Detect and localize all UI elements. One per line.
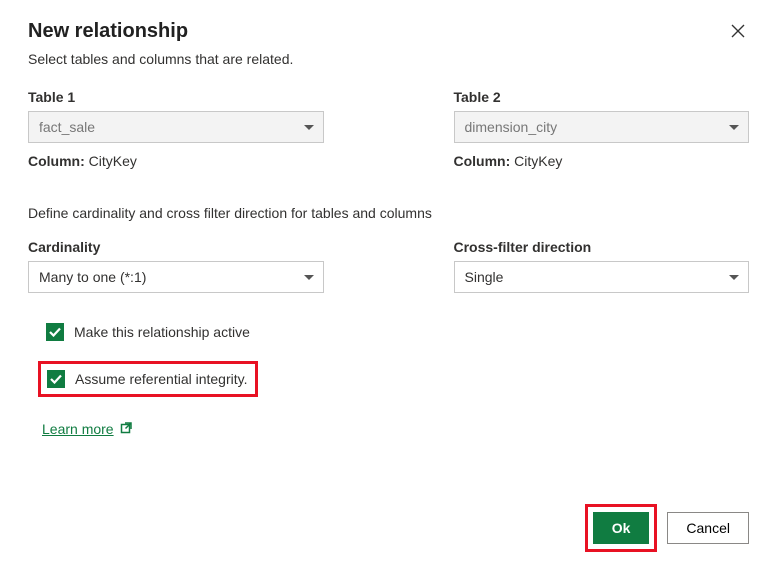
referential-integrity-label: Assume referential integrity. bbox=[75, 371, 247, 387]
checkbox-checked-icon bbox=[47, 370, 65, 388]
ok-button-highlight: Ok bbox=[585, 504, 658, 552]
close-button[interactable] bbox=[727, 20, 749, 45]
learn-more-link[interactable]: Learn more bbox=[42, 421, 132, 437]
table2-column: Column: CityKey bbox=[454, 153, 750, 169]
table2-select[interactable]: dimension_city bbox=[454, 111, 750, 143]
crossfilter-label: Cross-filter direction bbox=[454, 239, 750, 255]
cardinality-section-msg: Define cardinality and cross filter dire… bbox=[28, 205, 749, 221]
new-relationship-dialog: New relationship Select tables and colum… bbox=[0, 0, 777, 580]
close-icon bbox=[731, 25, 745, 42]
make-active-checkbox-row[interactable]: Make this relationship active bbox=[42, 321, 254, 343]
checkbox-checked-icon bbox=[46, 323, 64, 341]
table1-column: Column: CityKey bbox=[28, 153, 324, 169]
cardinality-label: Cardinality bbox=[28, 239, 324, 255]
dialog-subtitle: Select tables and columns that are relat… bbox=[28, 51, 749, 67]
cardinality-select[interactable]: Many to one (*:1) bbox=[28, 261, 324, 293]
dialog-title: New relationship bbox=[28, 20, 188, 43]
cancel-button[interactable]: Cancel bbox=[667, 512, 749, 544]
referential-integrity-checkbox-row[interactable]: Assume referential integrity. bbox=[38, 361, 258, 397]
dialog-footer: Ok Cancel bbox=[28, 504, 749, 552]
crossfilter-select[interactable]: Single bbox=[454, 261, 750, 293]
table1-label: Table 1 bbox=[28, 89, 324, 105]
ok-button[interactable]: Ok bbox=[593, 512, 650, 544]
table1-select[interactable]: fact_sale bbox=[28, 111, 324, 143]
make-active-label: Make this relationship active bbox=[74, 324, 250, 340]
external-link-icon bbox=[120, 421, 132, 437]
table2-label: Table 2 bbox=[454, 89, 750, 105]
